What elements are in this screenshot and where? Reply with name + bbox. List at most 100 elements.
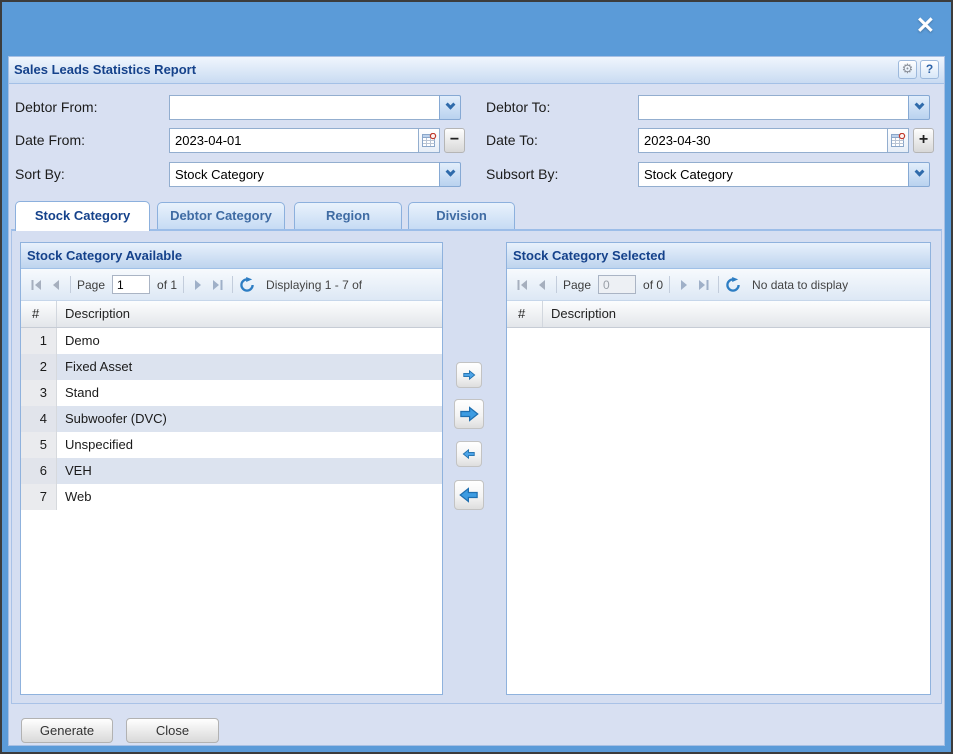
date-from-calendar-button[interactable]: [419, 128, 440, 153]
arrow-right-icon: [462, 368, 476, 382]
tab-division[interactable]: Division: [408, 202, 515, 229]
add-selected-button[interactable]: [456, 362, 482, 388]
date-to-field: +: [638, 128, 934, 153]
column-header-number[interactable]: #: [507, 301, 543, 327]
available-grid-title: Stock Category Available: [21, 243, 442, 269]
row-description: Unspecified: [57, 432, 442, 458]
report-panel: Sales Leads Statistics Report ⚙ ? Debtor…: [8, 56, 945, 746]
close-button[interactable]: Close: [126, 718, 219, 743]
row-description: VEH: [57, 458, 442, 484]
dialog-window: ✕ Sales Leads Statistics Report ⚙ ? Debt…: [0, 0, 953, 754]
first-page-button[interactable]: [512, 275, 532, 295]
debtor-from-value[interactable]: [169, 95, 439, 120]
next-page-icon: [190, 277, 206, 293]
table-row[interactable]: 5 Unspecified: [21, 432, 442, 458]
last-page-icon: [696, 277, 712, 293]
remove-all-button[interactable]: [454, 480, 484, 510]
generate-button[interactable]: Generate: [21, 718, 113, 743]
table-row[interactable]: 6 VEH: [21, 458, 442, 484]
column-header-number[interactable]: #: [21, 301, 57, 327]
arrow-right-icon: [459, 404, 479, 424]
next-page-button[interactable]: [188, 275, 208, 295]
tab-region[interactable]: Region: [294, 202, 402, 229]
selected-grid-title: Stock Category Selected: [507, 243, 930, 269]
calendar-icon: [422, 133, 437, 148]
debtor-to-dropdown-button[interactable]: [908, 95, 930, 120]
next-page-icon: [676, 277, 692, 293]
debtor-to-combo[interactable]: [638, 95, 930, 120]
row-description: Stand: [57, 380, 442, 406]
page-of-label: of 1: [157, 278, 177, 292]
gear-icon[interactable]: ⚙: [898, 60, 917, 79]
page-label: Page: [563, 278, 591, 292]
date-from-label: Date From:: [15, 128, 85, 153]
prev-page-icon: [48, 277, 64, 293]
tab-stock-category[interactable]: Stock Category: [15, 201, 150, 231]
sort-by-label: Sort By:: [15, 162, 65, 187]
chevron-down-icon: [914, 167, 924, 177]
column-header-description[interactable]: Description: [543, 301, 930, 327]
toolbar-separator: [70, 276, 71, 293]
tab-debtor-category[interactable]: Debtor Category: [157, 202, 285, 229]
sort-by-value[interactable]: Stock Category: [169, 162, 439, 187]
date-from-input[interactable]: [169, 128, 419, 153]
add-all-button[interactable]: [454, 399, 484, 429]
sort-by-dropdown-button[interactable]: [439, 162, 461, 187]
page-of-label: of 0: [643, 278, 663, 292]
date-to-input[interactable]: [638, 128, 888, 153]
next-page-button[interactable]: [674, 275, 694, 295]
row-number: 6: [21, 458, 57, 484]
arrow-left-icon: [459, 485, 479, 505]
toolbar-separator: [669, 276, 670, 293]
first-page-button[interactable]: [26, 275, 46, 295]
available-grid-panel: Stock Category Available Page of 1: [20, 242, 443, 695]
help-icon[interactable]: ?: [920, 60, 939, 79]
debtor-to-value[interactable]: [638, 95, 908, 120]
last-page-button[interactable]: [694, 275, 714, 295]
calendar-icon: [891, 133, 906, 148]
selected-page-input[interactable]: [598, 275, 636, 294]
available-column-header: # Description: [21, 301, 442, 328]
prev-page-button[interactable]: [532, 275, 552, 295]
prev-page-icon: [534, 277, 550, 293]
subsort-by-combo[interactable]: Stock Category: [638, 162, 930, 187]
table-row[interactable]: 2 Fixed Asset: [21, 354, 442, 380]
column-header-description[interactable]: Description: [57, 301, 442, 327]
available-status-text: Displaying 1 - 7 of: [266, 278, 362, 292]
tab-panel-body: Stock Category Available Page of 1: [11, 229, 942, 704]
page-title: Sales Leads Statistics Report: [9, 57, 944, 83]
refresh-button[interactable]: [237, 275, 257, 295]
refresh-button[interactable]: [723, 275, 743, 295]
first-page-icon: [28, 277, 44, 293]
table-row[interactable]: 1 Demo: [21, 328, 442, 354]
subsort-by-dropdown-button[interactable]: [908, 162, 930, 187]
table-row[interactable]: 4 Subwoofer (DVC): [21, 406, 442, 432]
sort-by-combo[interactable]: Stock Category: [169, 162, 461, 187]
available-page-input[interactable]: [112, 275, 150, 294]
selected-grid-panel: Stock Category Selected Page of 0: [506, 242, 931, 695]
date-to-increment-button[interactable]: +: [913, 128, 934, 153]
debtor-from-combo[interactable]: [169, 95, 461, 120]
row-description: Demo: [57, 328, 442, 354]
first-page-icon: [514, 277, 530, 293]
date-to-calendar-button[interactable]: [888, 128, 909, 153]
arrow-left-icon: [462, 447, 476, 461]
prev-page-button[interactable]: [46, 275, 66, 295]
row-description: Web: [57, 484, 442, 510]
subsort-by-value[interactable]: Stock Category: [638, 162, 908, 187]
available-paging-toolbar: Page of 1 Displaying 1 - 7 of: [21, 269, 442, 301]
date-from-decrement-button[interactable]: −: [444, 128, 465, 153]
debtor-from-dropdown-button[interactable]: [439, 95, 461, 120]
table-row[interactable]: 7 Web: [21, 484, 442, 510]
toolbar-separator: [232, 276, 233, 293]
chevron-down-icon: [445, 100, 455, 110]
last-page-button[interactable]: [208, 275, 228, 295]
close-icon[interactable]: ✕: [916, 14, 935, 37]
row-number: 5: [21, 432, 57, 458]
page-label: Page: [77, 278, 105, 292]
row-number: 3: [21, 380, 57, 406]
refresh-icon: [725, 277, 741, 293]
table-row[interactable]: 3 Stand: [21, 380, 442, 406]
remove-selected-button[interactable]: [456, 441, 482, 467]
date-from-field: −: [169, 128, 465, 153]
